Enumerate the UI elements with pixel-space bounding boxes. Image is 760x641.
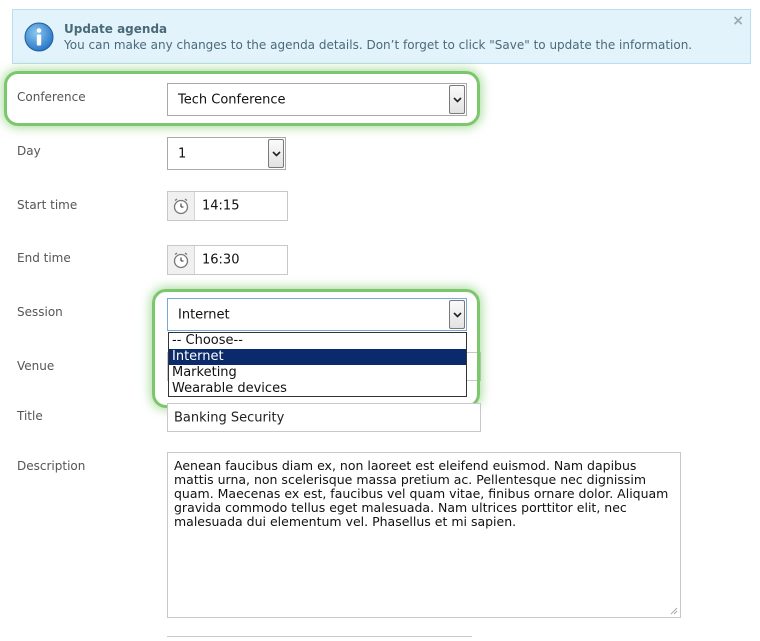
end-time-value: 16:30: [202, 252, 240, 268]
title-field[interactable]: Banking Security: [167, 403, 481, 432]
conference-value: Tech Conference: [178, 92, 286, 107]
alert-message: You can make any changes to the agenda d…: [64, 38, 693, 52]
start-time-value: 14:15: [202, 198, 240, 214]
venue-label: Venue: [17, 359, 55, 373]
start-time-label: Start time: [17, 198, 78, 212]
conference-label: Conference: [17, 90, 86, 104]
close-icon[interactable]: ×: [732, 13, 744, 29]
resize-grip-icon[interactable]: [668, 605, 678, 615]
end-time-field[interactable]: 16:30: [167, 245, 288, 275]
chevron-down-icon[interactable]: [449, 85, 465, 114]
chevron-down-icon[interactable]: [268, 139, 284, 168]
session-select[interactable]: Internet: [167, 298, 467, 331]
alert-title: Update agenda: [64, 22, 168, 36]
info-icon: [24, 22, 54, 52]
clock-icon[interactable]: [168, 192, 195, 220]
session-label: Session: [17, 305, 63, 319]
day-label: Day: [17, 144, 41, 158]
session-option[interactable]: Wearable devices: [169, 381, 466, 397]
end-time-label: End time: [17, 251, 71, 265]
session-option[interactable]: Marketing: [169, 365, 466, 381]
chevron-down-icon[interactable]: [449, 300, 465, 329]
next-field-edge: [167, 636, 472, 641]
description-label: Description: [17, 459, 86, 473]
session-option-selected[interactable]: Internet: [169, 349, 466, 365]
description-value: Aenean faucibus diam ex, non laoreet est…: [174, 458, 669, 529]
session-option[interactable]: -- Choose--: [169, 333, 466, 349]
session-value: Internet: [178, 307, 230, 322]
info-alert: Update agenda You can make any changes t…: [12, 9, 751, 64]
clock-icon[interactable]: [168, 246, 195, 274]
day-value: 1: [178, 146, 187, 161]
session-options-list[interactable]: -- Choose-- Internet Marketing Wearable …: [168, 332, 467, 397]
description-textarea[interactable]: Aenean faucibus diam ex, non laoreet est…: [167, 452, 681, 618]
conference-select[interactable]: Tech Conference: [167, 83, 467, 116]
title-label: Title: [17, 409, 43, 423]
day-select[interactable]: 1: [167, 137, 286, 170]
start-time-field[interactable]: 14:15: [167, 191, 288, 221]
title-value: Banking Security: [174, 410, 285, 425]
